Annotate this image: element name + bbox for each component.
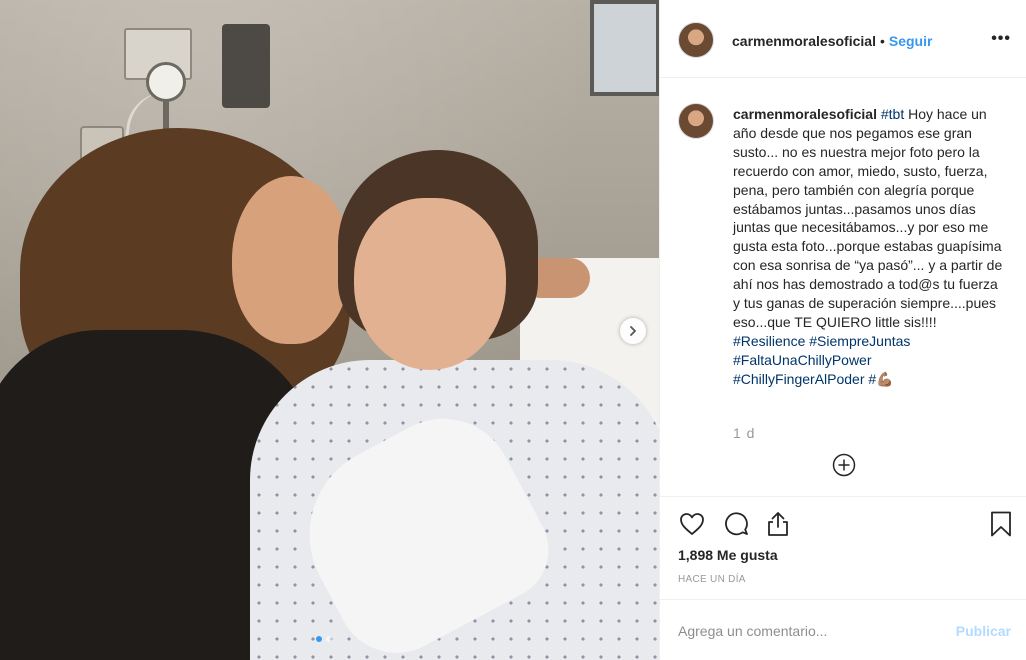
post-sidebar: carmenmoralesoficial • Seguir ••• carmenmo… bbox=[659, 0, 1026, 660]
post-date[interactable]: HACE UN DÍA bbox=[678, 574, 746, 585]
caption-avatar[interactable] bbox=[678, 103, 714, 139]
save-button[interactable] bbox=[987, 510, 1015, 538]
caption-area: carmenmoralesoficial #tbt Hoy hace un añ… bbox=[660, 79, 1026, 497]
action-bar bbox=[660, 510, 1026, 540]
more-options-button[interactable]: ••• bbox=[991, 30, 1011, 48]
heart-icon bbox=[680, 513, 704, 535]
avatar[interactable] bbox=[678, 22, 714, 58]
hashtag-link[interactable]: #Resilience bbox=[733, 333, 805, 349]
plus-circle-icon bbox=[832, 453, 856, 477]
caption-timestamp[interactable]: 1 d bbox=[733, 425, 755, 441]
hashtag-link[interactable]: #ChillyFingerAlPoder bbox=[733, 371, 865, 387]
caption-text-segment: 💪🏽 bbox=[876, 370, 894, 387]
carousel-indicator bbox=[316, 636, 332, 642]
separator-dot: • bbox=[879, 33, 885, 49]
photo-person-right-face bbox=[354, 198, 506, 370]
hashtag-link[interactable]: #FaltaUnaChillyPower bbox=[733, 352, 872, 368]
caption-text-segment: Hoy hace un año desde que nos pegamos es… bbox=[733, 106, 1003, 330]
chevron-right-icon bbox=[630, 326, 636, 336]
likes-count[interactable]: 1,898 Me gusta bbox=[678, 547, 778, 563]
post-photo[interactable] bbox=[0, 0, 659, 660]
carousel-dot bbox=[326, 636, 332, 642]
caption-text: carmenmoralesoficial #tbt Hoy hace un añ… bbox=[733, 105, 1005, 389]
username-link[interactable]: carmenmoralesoficial bbox=[732, 33, 876, 49]
header-user-line: carmenmoralesoficial • Seguir bbox=[732, 33, 932, 49]
share-button[interactable] bbox=[764, 510, 792, 538]
photo-wall-equipment bbox=[222, 24, 270, 108]
photo-wall-frame bbox=[590, 0, 659, 96]
publish-button[interactable]: Publicar bbox=[956, 623, 1011, 639]
follow-button[interactable]: Seguir bbox=[889, 33, 933, 49]
comment-form: Publicar bbox=[660, 599, 1026, 660]
bookmark-icon bbox=[991, 511, 1011, 537]
caption-username[interactable]: carmenmoralesoficial bbox=[733, 106, 877, 122]
post-header: carmenmoralesoficial • Seguir ••• bbox=[660, 0, 1026, 78]
hashtag-link[interactable]: #SiempreJuntas bbox=[809, 333, 910, 349]
comment-button[interactable] bbox=[722, 510, 750, 538]
comment-icon bbox=[725, 512, 748, 536]
caption-body: #tbt Hoy hace un año desde que nos pegam… bbox=[733, 106, 1002, 387]
comment-input[interactable] bbox=[678, 620, 938, 642]
like-button[interactable] bbox=[678, 510, 706, 538]
photo-person-left-face bbox=[232, 176, 350, 344]
carousel-dot-active bbox=[316, 636, 322, 642]
carousel-next-button[interactable] bbox=[620, 318, 646, 344]
photo-gauge bbox=[146, 62, 186, 102]
load-more-comments-button[interactable] bbox=[832, 453, 856, 477]
share-icon bbox=[768, 512, 788, 536]
hashtag-link[interactable]: #tbt bbox=[881, 106, 904, 122]
